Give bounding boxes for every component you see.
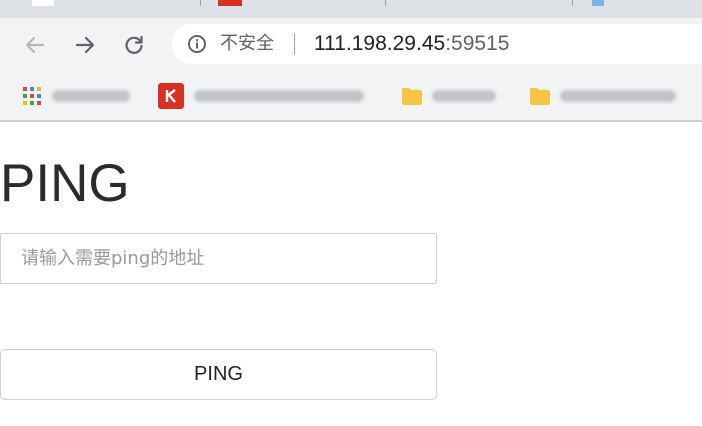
security-label[interactable]: 不安全 — [220, 33, 274, 55]
url-text[interactable]: 111.198.29.45:59515 — [314, 33, 509, 55]
page-title: PING — [0, 154, 130, 213]
red-site-icon — [158, 83, 184, 109]
back-button[interactable] — [20, 30, 50, 60]
folder-icon — [530, 88, 550, 105]
tab-strip — [0, 0, 702, 18]
ping-button[interactable]: PING — [0, 349, 437, 400]
reload-icon — [125, 35, 143, 54]
arrow-right-icon — [75, 36, 95, 54]
bookmark-site[interactable] — [158, 83, 364, 109]
forward-button[interactable] — [70, 30, 100, 60]
tab-separator — [385, 0, 386, 6]
chrome-divider — [0, 120, 702, 122]
url-divider — [294, 33, 295, 55]
browser-toolbar: 不安全 111.198.29.45:59515 — [0, 18, 702, 72]
url-port: :59515 — [445, 32, 510, 55]
address-bar[interactable]: 不安全 111.198.29.45:59515 — [172, 24, 702, 64]
bookmark-folder[interactable] — [530, 84, 676, 108]
tab-separator — [572, 0, 573, 6]
folder-icon — [402, 88, 422, 105]
url-host: 111.198.29.45 — [314, 32, 446, 55]
arrow-left-icon — [25, 36, 45, 54]
tab-fragment[interactable] — [32, 0, 54, 6]
tab-favicon[interactable] — [592, 0, 604, 6]
blurred-bookmark-label — [194, 90, 364, 102]
bookmarks-bar — [0, 72, 702, 120]
tab-separator — [200, 0, 201, 6]
apps-grid-icon — [23, 87, 41, 105]
bookmark-apps[interactable] — [22, 84, 130, 108]
ping-address-input[interactable] — [0, 233, 437, 284]
bookmark-folder[interactable] — [402, 84, 496, 108]
blurred-bookmark-label — [560, 90, 676, 102]
blurred-bookmark-label — [432, 90, 496, 102]
info-icon[interactable] — [187, 34, 207, 54]
reload-button[interactable] — [119, 30, 149, 60]
blurred-bookmark-label — [52, 90, 130, 102]
tab-favicon[interactable] — [218, 0, 242, 6]
